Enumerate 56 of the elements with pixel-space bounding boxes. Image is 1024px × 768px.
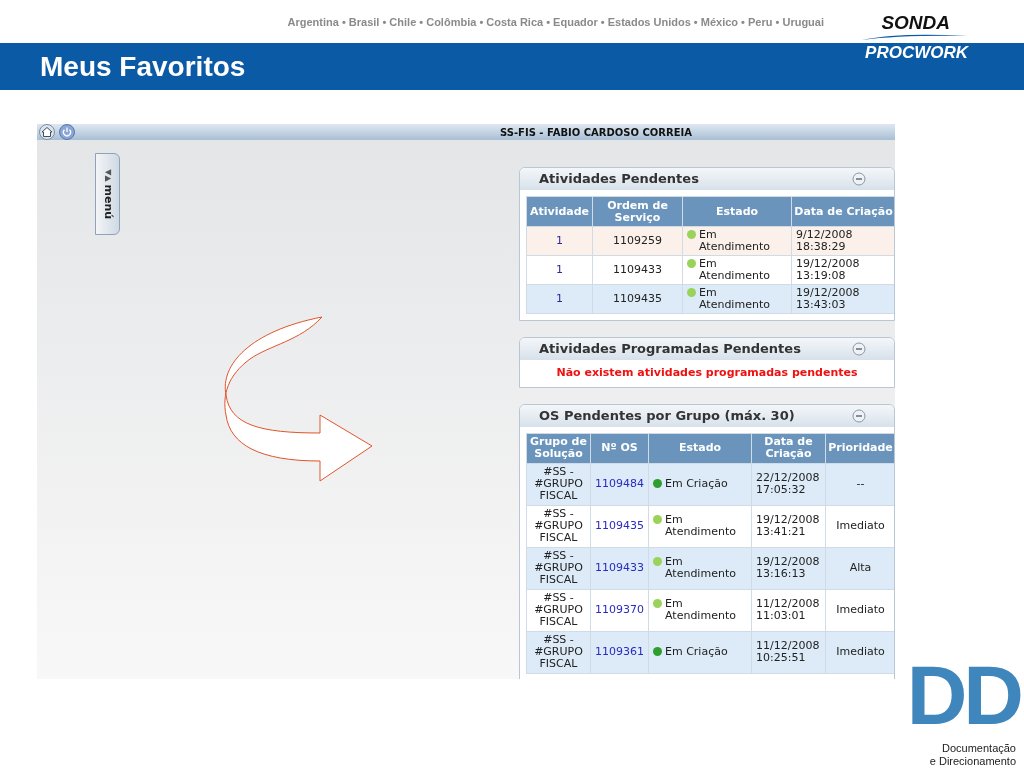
menu-tab[interactable]: ▼▲ menú <box>95 153 120 235</box>
brand-name: SONDA <box>881 12 951 33</box>
status-text: Em Criação <box>665 478 729 490</box>
column-header: Grupo de Solução <box>526 433 591 463</box>
activity-link[interactable]: 1 <box>526 255 593 285</box>
status-text: Em Criação <box>665 646 729 658</box>
logo-caption: Documentação <box>942 742 1017 755</box>
status-text: Em Atendimento <box>699 229 771 253</box>
order-link[interactable]: 1109370 <box>590 589 649 631</box>
footer-logo: DD <box>906 652 1020 738</box>
column-header: Estado <box>648 433 752 463</box>
table-cell: #SS - #GRUPO FISCAL <box>526 547 591 589</box>
user-name: SS-FIS - FABIO CARDOSO CORREIA <box>500 125 693 140</box>
activity-link[interactable]: 1 <box>526 226 593 256</box>
column-header: Estado <box>682 196 792 227</box>
column-header: Data de Criação <box>791 196 894 227</box>
table-cell: #SS - #GRUPO FISCAL <box>526 631 591 673</box>
column-header: Nº OS <box>590 433 649 463</box>
empty-message: Não existem atividades programadas pendentes <box>556 365 858 381</box>
table-cell: 11/12/2008 10:25:51 <box>751 631 826 673</box>
column-header: Prioridade <box>825 433 894 463</box>
table-cell: 19/12/2008 13:41:21 <box>751 505 826 547</box>
table-cell: #SS - #GRUPO FISCAL <box>526 589 591 631</box>
collapse-icon[interactable] <box>852 408 866 423</box>
logo-caption: e Direcionamento <box>929 755 1017 768</box>
status-text: Em Atendimento <box>665 598 737 622</box>
slide-title: Meus Favoritos <box>40 51 246 82</box>
table-cell: 1109433 <box>592 255 683 285</box>
brand-subname: PROCWORK <box>865 43 968 62</box>
collapse-icon[interactable] <box>852 172 866 186</box>
home-icon[interactable] <box>39 124 55 140</box>
countries-line: Argentina • Brasil • Chile • Colômbia • Costa Rica • Equador • Estados Unidos • México • Peru • Uruguai <box>287 15 824 31</box>
column-header: Data de Criação <box>751 433 826 463</box>
table-cell: #SS - #GRUPO FISCAL <box>526 505 591 547</box>
collapse-icon[interactable] <box>852 342 866 356</box>
order-link[interactable]: 1109361 <box>590 631 649 673</box>
order-link[interactable]: 1109433 <box>590 547 649 589</box>
status-text: Em Atendimento <box>665 514 737 538</box>
column-header: Atividade <box>526 196 593 227</box>
table-cell: 22/12/2008 17:05:32 <box>751 463 826 505</box>
order-link[interactable]: 1109435 <box>590 505 649 547</box>
table-cell: 19/12/2008 13:16:13 <box>751 547 826 589</box>
panel-title: OS Pendentes por Grupo (máx. 30) <box>539 406 795 425</box>
table-cell: 11/12/2008 11:03:01 <box>751 589 826 631</box>
order-link[interactable]: 1109484 <box>590 463 649 505</box>
activity-link[interactable]: 1 <box>526 284 593 314</box>
power-icon[interactable] <box>59 124 75 140</box>
table-cell: #SS - #GRUPO FISCAL <box>526 463 591 505</box>
status-text: Em Atendimento <box>699 258 771 282</box>
status-text: Em Atendimento <box>665 556 737 580</box>
panel-title: Atividades Programadas Pendentes <box>539 340 801 359</box>
column-header: Ordem de Serviço <box>592 196 683 227</box>
table-cell: 1109435 <box>592 284 683 314</box>
table-cell: 1109259 <box>592 226 683 256</box>
panel-title: Atividades Pendentes <box>539 170 699 189</box>
status-text: Em Atendimento <box>699 287 771 311</box>
